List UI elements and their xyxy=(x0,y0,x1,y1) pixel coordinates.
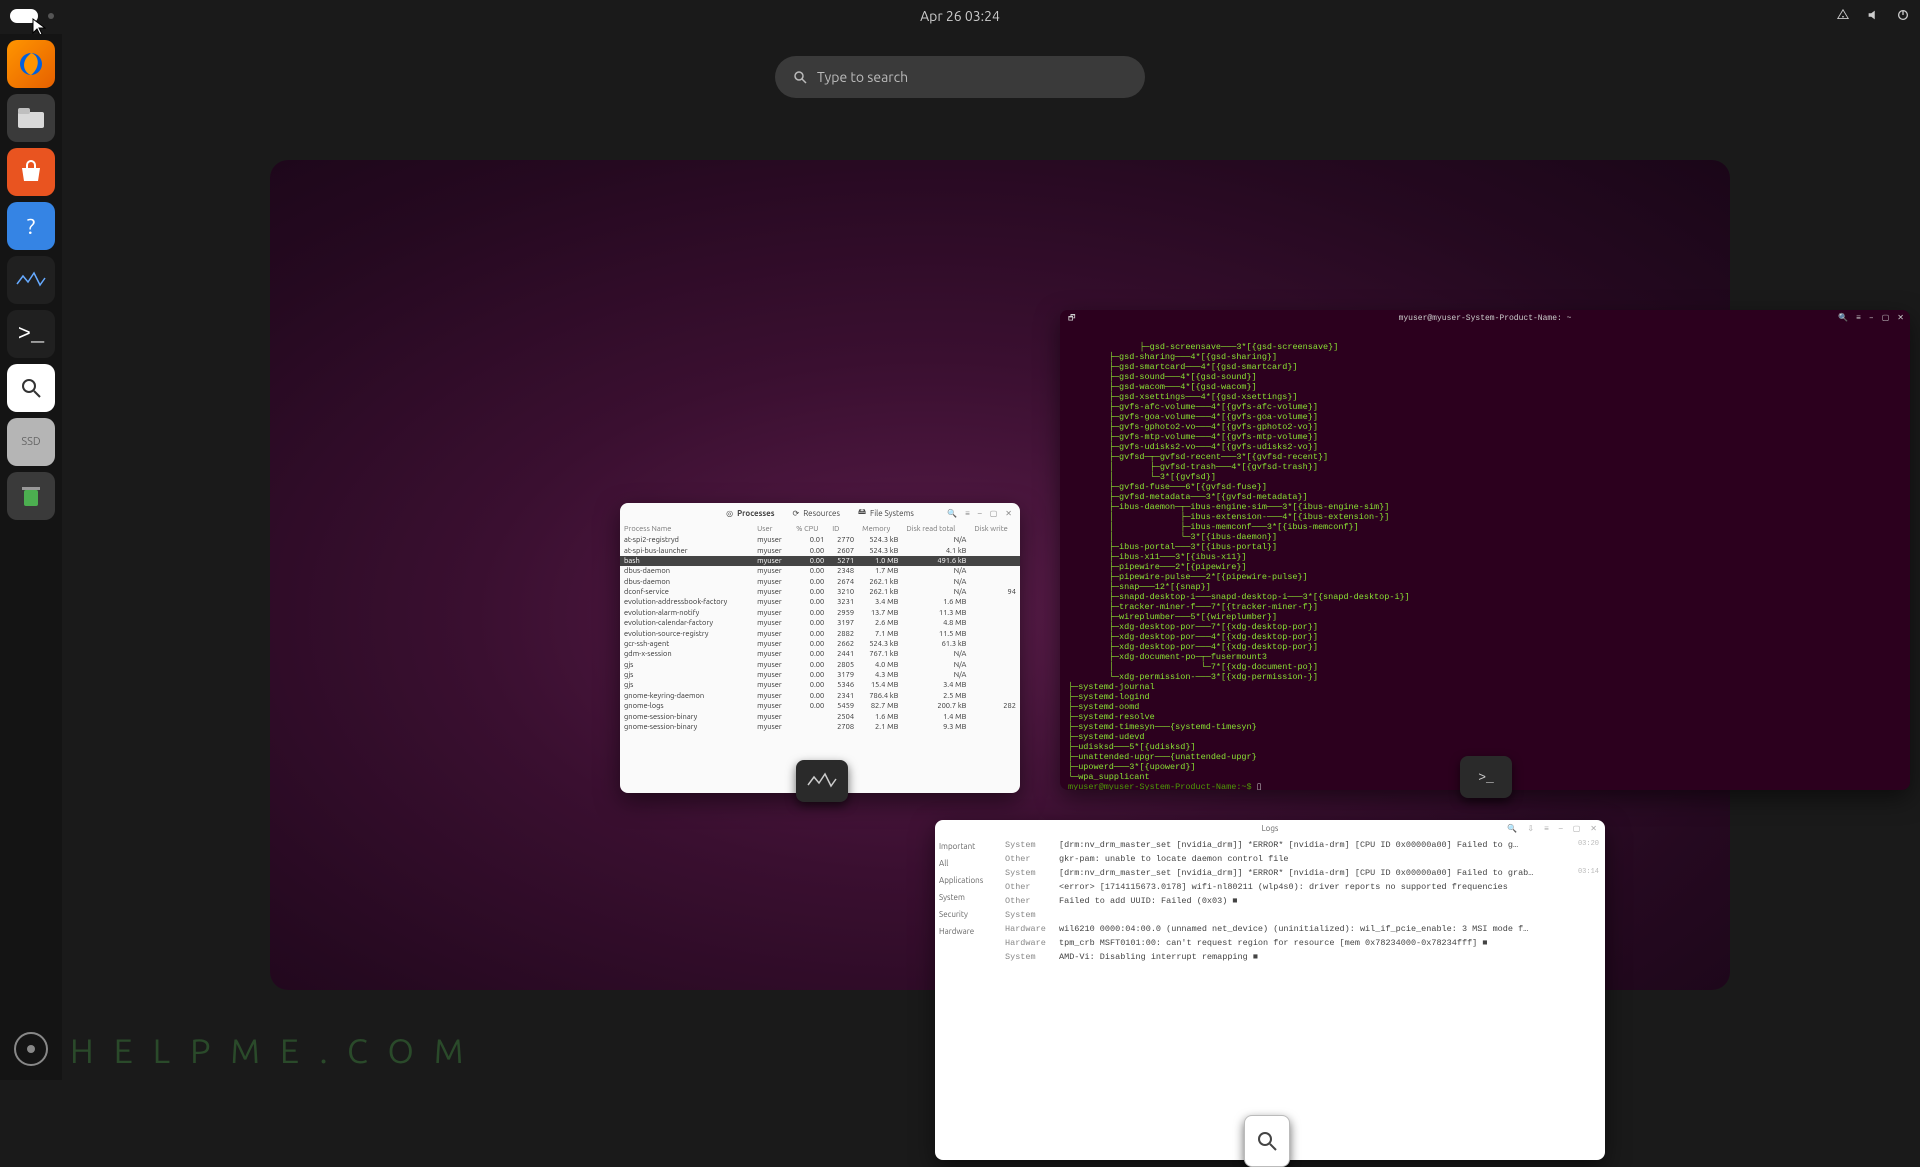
network-icon[interactable] xyxy=(1836,8,1850,25)
dock-help[interactable]: ? xyxy=(7,202,55,250)
table-row[interactable]: gjsmyuser0.0031794.3 MBN/A xyxy=(620,670,1020,680)
dock-files[interactable] xyxy=(7,94,55,142)
col-header[interactable]: Memory xyxy=(858,523,902,535)
table-row[interactable]: evolution-addressbook-factorymyuser0.003… xyxy=(620,597,1020,607)
logs-minimize-icon[interactable]: – xyxy=(1559,824,1563,833)
logs-category[interactable]: Important xyxy=(939,842,995,851)
table-row[interactable]: gnome-logsmyuser0.00545982.7 MB200.7 kB2… xyxy=(620,701,1020,711)
table-row[interactable]: dbus-daemonmyuser0.002674262.1 kBN/A xyxy=(620,577,1020,587)
dock-trash[interactable] xyxy=(7,472,55,520)
workspace-dot xyxy=(48,13,54,19)
terminal-new-tab-icon[interactable]: 🗗 xyxy=(1068,314,1076,324)
workspace-overview[interactable]: ◎ Processes ⟳ Resources 🖴 File Systems 🔍… xyxy=(270,160,1730,990)
terminal-menu-icon[interactable]: ≡ xyxy=(1856,314,1861,324)
table-row[interactable]: evolution-alarm-notifymyuser0.00295913.7… xyxy=(620,608,1020,618)
terminal-title: myuser@myuser-System-Product-Name: ~ xyxy=(1399,314,1572,324)
table-row[interactable]: dconf-servicemyuser0.003210262.1 kBN/A94 xyxy=(620,587,1020,597)
dock: ? >_ SSD xyxy=(0,34,62,1080)
log-row[interactable]: SystemAMD-Vi: Disabling interrupt remapp… xyxy=(1005,952,1599,962)
table-row[interactable]: gjsmyuser0.0028054.0 MBN/A xyxy=(620,660,1020,670)
table-row[interactable]: at-spi-bus-launchermyuser0.002607524.3 k… xyxy=(620,545,1020,555)
sysmon-menu-icon[interactable]: ≡ xyxy=(965,509,970,518)
sysmon-tabs: ◎ Processes ⟳ Resources 🖴 File Systems 🔍… xyxy=(620,503,1020,523)
process-table: Process NameUser% CPUIDMemoryDisk read t… xyxy=(620,523,1020,732)
log-row[interactable]: System[drm:nv_drm_master_set [nvidia_drm… xyxy=(1005,868,1599,878)
table-row[interactable]: gdm-x-sessionmyuser0.002441767.1 kBN/A xyxy=(620,649,1020,659)
logs-menu-icon[interactable]: ≡ xyxy=(1544,824,1549,833)
window-terminal[interactable]: 🗗 myuser@myuser-System-Product-Name: ~ 🔍… xyxy=(1060,310,1910,790)
dock-disk[interactable]: SSD xyxy=(7,418,55,466)
terminal-close-icon[interactable]: ✕ xyxy=(1897,314,1904,324)
show-apps-button[interactable] xyxy=(14,1032,48,1066)
table-row[interactable]: at-spi2-registrydmyuser0.012770524.3 kBN… xyxy=(620,535,1020,545)
col-header[interactable]: User xyxy=(753,523,792,535)
sysmon-search-icon[interactable]: 🔍 xyxy=(947,509,957,518)
logs-category[interactable]: Security xyxy=(939,910,995,919)
dock-firefox[interactable] xyxy=(7,40,55,88)
window-system-monitor[interactable]: ◎ Processes ⟳ Resources 🖴 File Systems 🔍… xyxy=(620,503,1020,793)
badge-system-monitor xyxy=(796,760,848,802)
activities-button[interactable] xyxy=(10,9,38,23)
volume-icon[interactable] xyxy=(1866,8,1880,25)
search-placeholder: Type to search xyxy=(817,69,908,85)
table-row[interactable]: evolution-source-registrymyuser0.0028827… xyxy=(620,628,1020,638)
col-header[interactable]: Disk write xyxy=(970,523,1020,535)
table-row[interactable]: gcr-ssh-agentmyuser0.002662524.3 kB61.3 … xyxy=(620,639,1020,649)
dock-terminal[interactable]: >_ xyxy=(7,310,55,358)
table-row[interactable]: bashmyuser0.0052711.0 MB491.6 kB xyxy=(620,556,1020,566)
table-row[interactable]: gnome-session-binarymyuser27082.1 MB9.3 … xyxy=(620,722,1020,732)
table-row[interactable]: evolution-calendar-factorymyuser0.003197… xyxy=(620,618,1020,628)
dock-logs[interactable] xyxy=(7,364,55,412)
logs-category[interactable]: System xyxy=(939,893,995,902)
col-header[interactable]: % CPU xyxy=(792,523,828,535)
logs-close-icon[interactable]: ✕ xyxy=(1590,824,1597,833)
table-row[interactable]: gnome-session-binarymyuser25041.6 MB1.4 … xyxy=(620,711,1020,721)
logs-category[interactable]: Applications xyxy=(939,876,995,885)
tab-resources[interactable]: ⟳ Resources xyxy=(793,509,840,518)
col-header[interactable]: ID xyxy=(828,523,858,535)
logs-sidebar: Important All Applications System Security Ha… xyxy=(935,836,999,1160)
terminal-search-icon[interactable]: 🔍 xyxy=(1838,314,1848,324)
logs-entries: System[drm:nv_drm_master_set [nvidia_drm… xyxy=(999,836,1605,1160)
sysmon-close-icon[interactable]: ✕ xyxy=(1005,509,1012,518)
col-header[interactable]: Disk read total xyxy=(902,523,970,535)
power-icon[interactable] xyxy=(1896,8,1910,25)
log-row[interactable]: OtherFailed to add UUID: Failed (0x03) ■ xyxy=(1005,896,1599,906)
sysmon-maximize-icon[interactable]: ▢ xyxy=(990,509,998,518)
sysmon-minimize-icon[interactable]: – xyxy=(978,509,982,518)
log-row[interactable]: Othergkr-pam: unable to locate daemon co… xyxy=(1005,854,1599,864)
tab-filesystems[interactable]: 🖴 File Systems xyxy=(858,506,914,520)
overview-search[interactable]: Type to search xyxy=(775,56,1145,98)
top-bar: Apr 26 03:24 xyxy=(0,0,1920,32)
logs-category[interactable]: Hardware xyxy=(939,927,995,936)
logs-category[interactable]: All xyxy=(939,859,995,868)
tab-processes[interactable]: ◎ Processes xyxy=(726,509,774,518)
dock-system-monitor[interactable] xyxy=(7,256,55,304)
table-row[interactable]: dbus-daemonmyuser0.0023481.7 MBN/A xyxy=(620,566,1020,576)
logs-title: Logs xyxy=(1262,824,1279,833)
watermark: HELPME.COM xyxy=(70,1032,483,1070)
log-row[interactable]: Hardwarewil6210 0000:04:00.0 (unnamed ne… xyxy=(1005,924,1599,934)
terminal-maximize-icon[interactable]: ▢ xyxy=(1882,314,1890,324)
col-header[interactable]: Process Name xyxy=(620,523,753,535)
logs-export-icon[interactable]: ⇩ xyxy=(1527,824,1534,833)
badge-terminal: >_ xyxy=(1460,756,1512,798)
search-icon xyxy=(793,70,807,84)
log-row[interactable]: System xyxy=(1005,910,1599,920)
table-row[interactable]: gjsmyuser0.00534615.4 MB3.4 MB xyxy=(620,680,1020,690)
dock-software-store[interactable] xyxy=(7,148,55,196)
logs-search-icon[interactable]: 🔍 xyxy=(1507,824,1517,833)
window-logs[interactable]: Logs 🔍 ⇩ ≡ – ▢ ✕ Important All Application… xyxy=(935,820,1605,1160)
logs-maximize-icon[interactable]: ▢ xyxy=(1573,824,1581,833)
table-row[interactable]: gnome-keyring-daemonmyuser0.002341786.4 … xyxy=(620,691,1020,701)
log-row[interactable]: System[drm:nv_drm_master_set [nvidia_drm… xyxy=(1005,840,1599,850)
clock[interactable]: Apr 26 03:24 xyxy=(920,8,1000,24)
log-row[interactable]: Hardwaretpm_crb MSFT0101:00: can't reque… xyxy=(1005,938,1599,948)
badge-logs xyxy=(1244,1115,1290,1167)
terminal-output: ├─gsd-screensave───3*[{gsd-screensave}] … xyxy=(1060,328,1910,790)
log-row[interactable]: Other<error> [1714115673.0178] wifi-nl80… xyxy=(1005,882,1599,892)
terminal-minimize-icon[interactable]: – xyxy=(1869,314,1874,324)
